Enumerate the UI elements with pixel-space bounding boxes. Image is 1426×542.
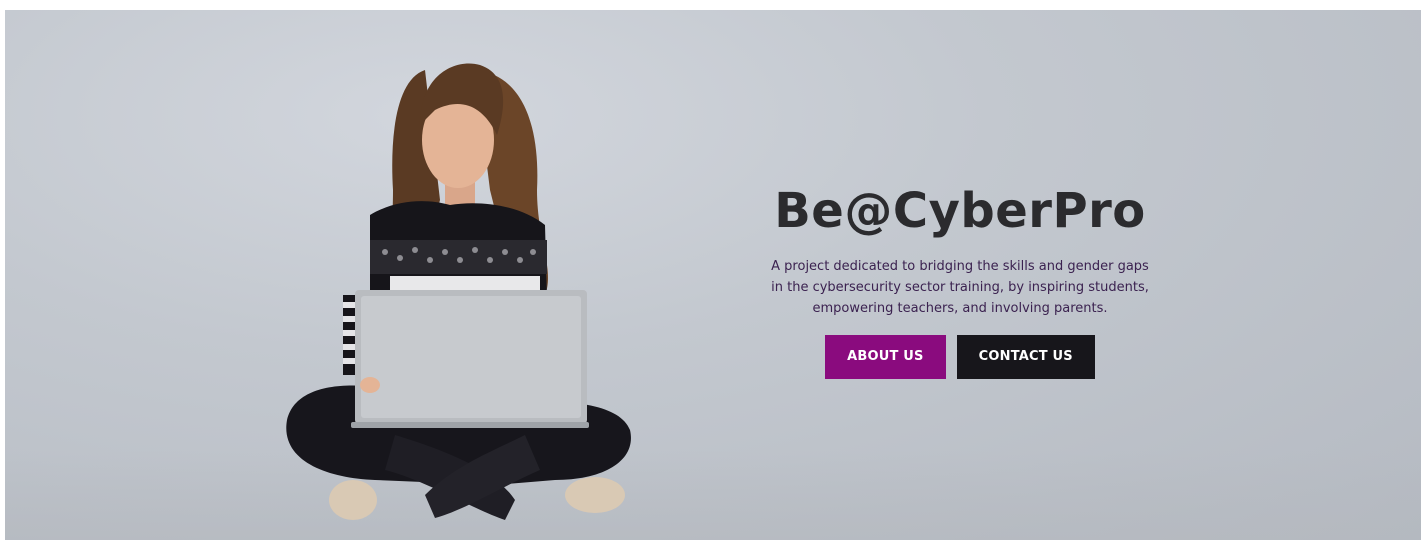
hero-description: A project dedicated to bridging the skil… <box>771 259 1149 316</box>
hero-buttons: ABOUT US CONTACT US <box>765 335 1155 379</box>
about-us-button[interactable]: ABOUT US <box>825 335 946 379</box>
woman-with-laptop-image <box>286 63 631 520</box>
hero-title: Be@CyberPro <box>774 183 1146 239</box>
hero-copy: Be@CyberPro A project dedicated to bridg… <box>765 180 1155 379</box>
hero-banner: Be@CyberPro A project dedicated to bridg… <box>5 10 1421 540</box>
contact-us-button[interactable]: CONTACT US <box>956 335 1095 379</box>
